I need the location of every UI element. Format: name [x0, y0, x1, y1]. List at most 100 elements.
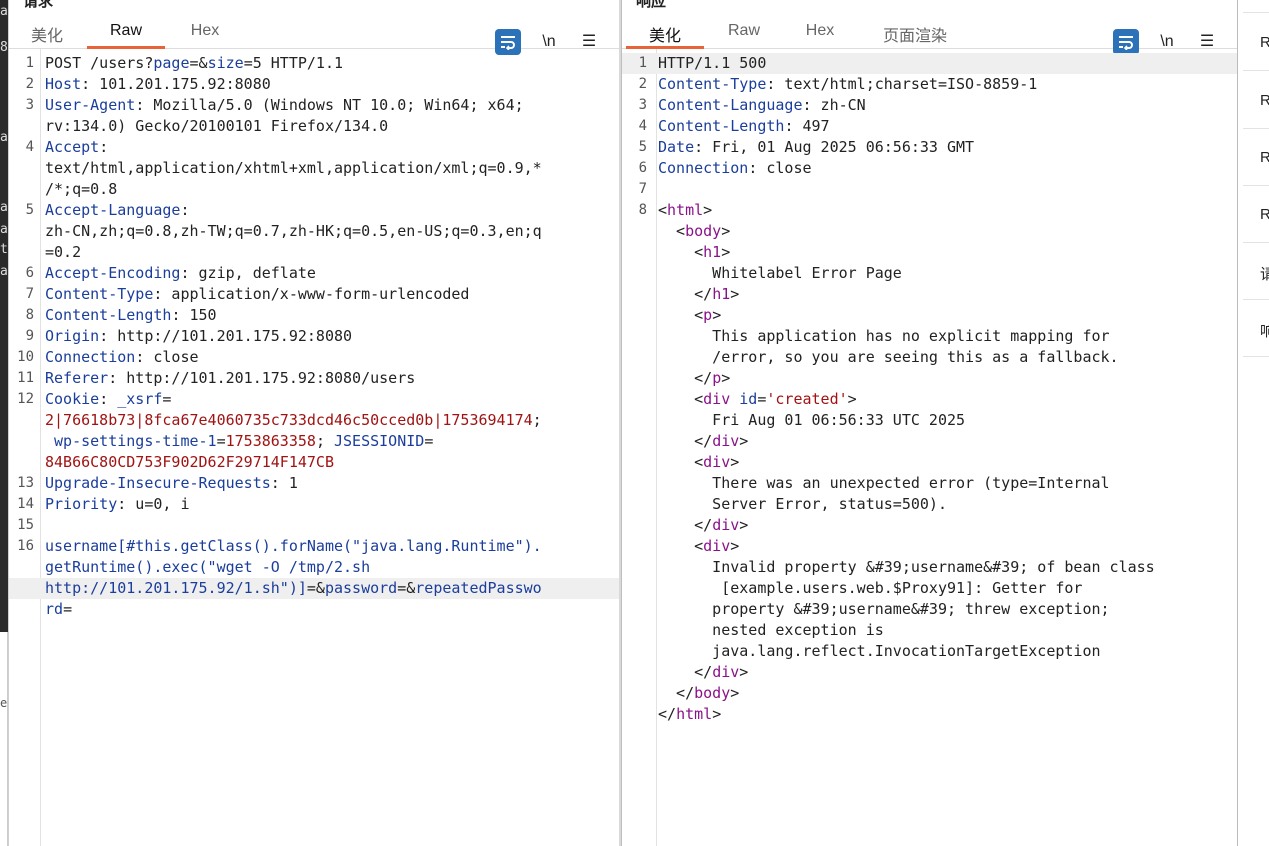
- code-text: Cookie: _xsrf=: [45, 390, 171, 408]
- code-line: 7: [622, 179, 1237, 200]
- code-token: h1: [712, 285, 731, 303]
- code-token: >: [739, 516, 749, 534]
- code-token: =&: [306, 579, 325, 597]
- code-line: 4 Content-Length: 497: [622, 116, 1237, 137]
- code-line: </div>: [622, 662, 1237, 683]
- code-line: 1 POST /users?page=&size=5 HTTP/1.1: [9, 53, 620, 74]
- code-token: </: [658, 705, 677, 723]
- code-token: >: [730, 684, 740, 702]
- code-text: <div id='created'>: [658, 390, 857, 408]
- code-text: Content-Length: 497: [658, 117, 830, 135]
- code-line: 9 Origin: http://101.201.175.92:8080: [9, 326, 620, 347]
- request-tab-pretty[interactable]: 美化: [17, 22, 77, 48]
- code-line: 7 Content-Type: application/x-www-form-ur…: [9, 284, 620, 305]
- code-token: Fri Aug 01 06:56:33 UTC 2025: [658, 411, 966, 429]
- code-line: There was an unexpected error (type=Inte…: [622, 473, 1237, 494]
- code-token: div: [703, 390, 731, 408]
- code-token: wp-settings-time-1: [54, 432, 217, 450]
- code-line: java.lang.reflect.InvocationTargetExcept…: [622, 641, 1237, 662]
- code-text: </h1>: [658, 285, 739, 303]
- line-number: 3: [638, 97, 647, 113]
- code-token: 2|76618b73|8fca67e4060735c733dcd46c50cce…: [45, 411, 533, 429]
- line-number: 6: [25, 265, 34, 281]
- code-line: 2 Content-Type: text/html;charset=ISO-885…: [622, 74, 1237, 95]
- code-token: =5 HTTP/1.1: [243, 54, 344, 72]
- code-line: <div>: [622, 536, 1237, 557]
- code-token: p: [712, 369, 722, 387]
- code-token: : http://101.201.175.92:8080: [99, 327, 353, 345]
- code-line: 4 Accept:: [9, 137, 620, 158]
- response-pane: 响应 美化 Raw Hex 页面渲染 \n ☰ 1 HTTP/1.1 500 2 Co…: [621, 0, 1237, 846]
- code-text: Content-Language: zh-CN: [658, 96, 866, 114]
- code-text: </div>: [658, 663, 748, 681]
- code-line: 3 User-Agent: Mozilla/5.0 (Windows NT 10.…: [9, 95, 620, 116]
- code-line: 15: [9, 515, 620, 536]
- code-token: Invalid property &#39;username&#39; of b…: [658, 558, 1155, 576]
- request-tab-raw[interactable]: Raw: [87, 22, 165, 49]
- inspector-item[interactable]: R: [1260, 34, 1269, 51]
- code-token: Server Error, status=500).: [658, 495, 947, 513]
- code-text: Server Error, status=500).: [658, 495, 947, 513]
- inspector-item[interactable]: R: [1260, 149, 1269, 166]
- code-token: username[#this.getClass().forName("java.…: [45, 537, 542, 555]
- inspector-item[interactable]: 响: [1260, 320, 1269, 341]
- code-token: Accept-Encoding: [45, 264, 181, 282]
- code-line: Invalid property &#39;username&#39; of b…: [622, 557, 1237, 578]
- code-token: : close: [135, 348, 199, 366]
- code-line: <div id='created'>: [622, 389, 1237, 410]
- inspector-item[interactable]: 请: [1260, 263, 1269, 284]
- code-token: >: [712, 306, 722, 324]
- code-text: zh-CN,zh;q=0.8,zh-TW;q=0.7,zh-HK;q=0.5,e…: [45, 222, 542, 240]
- code-line: </p>: [622, 368, 1237, 389]
- code-line: 5 Date: Fri, 01 Aug 2025 06:56:33 GMT: [622, 137, 1237, 158]
- response-editor[interactable]: 1 HTTP/1.1 500 2 Content-Type: text/html;ch…: [622, 49, 1237, 846]
- code-token: >: [730, 537, 740, 555]
- code-text: Referer: http://101.201.175.92:8080/user…: [45, 369, 415, 387]
- code-token: POST /users?: [45, 54, 154, 72]
- code-token: >: [721, 222, 731, 240]
- code-token: div: [703, 453, 731, 471]
- background-char: 8: [0, 40, 8, 55]
- line-number: 8: [638, 202, 647, 218]
- code-token: >: [703, 201, 713, 219]
- line-number: 13: [17, 475, 34, 491]
- request-tab-hex[interactable]: Hex: [177, 22, 233, 48]
- code-token: <: [658, 222, 686, 240]
- code-token: Whitelabel Error Page: [658, 264, 902, 282]
- code-token: =: [162, 390, 172, 408]
- code-token: : Fri, 01 Aug 2025 06:56:33 GMT: [694, 138, 975, 156]
- code-text: </body>: [658, 684, 739, 702]
- code-token: div: [712, 516, 740, 534]
- code-token: :: [99, 138, 109, 156]
- response-tab-hex[interactable]: Hex: [792, 22, 848, 48]
- code-token: _xsrf: [117, 390, 163, 408]
- line-number: 3: [25, 97, 34, 113]
- code-line: 8 Content-Length: 150: [9, 305, 620, 326]
- code-token: id: [739, 390, 758, 408]
- code-text: Invalid property &#39;username&#39; of b…: [658, 558, 1155, 576]
- response-tab-render[interactable]: 页面渲染: [872, 22, 958, 48]
- response-tab-pretty[interactable]: 美化: [626, 22, 704, 49]
- code-token: =: [424, 432, 434, 450]
- code-token: Content-Language: [658, 96, 803, 114]
- code-line: rv:134.0) Gecko/20100101 Firefox/134.0: [9, 116, 620, 137]
- line-number: 12: [17, 391, 34, 407]
- code-line: 11 Referer: http://101.201.175.92:8080/us…: [9, 368, 620, 389]
- code-text: Accept-Language:: [45, 201, 190, 219]
- code-token: <: [658, 453, 704, 471]
- code-token: 'created': [766, 390, 848, 408]
- background-window-strip-lower: er: [0, 632, 8, 846]
- line-number: 6: [638, 160, 647, 176]
- inspector-item[interactable]: R: [1260, 206, 1269, 223]
- code-token: Content-Length: [658, 117, 785, 135]
- inspector-item[interactable]: R: [1260, 92, 1269, 109]
- code-token: Content-Type: [658, 75, 767, 93]
- response-tab-raw[interactable]: Raw: [716, 22, 772, 48]
- code-text: Content-Length: 150: [45, 306, 217, 324]
- code-token: property &#39;username&#39; threw except…: [658, 600, 1110, 618]
- code-text: java.lang.reflect.InvocationTargetExcept…: [658, 642, 1100, 660]
- request-editor[interactable]: 1 POST /users?page=&size=5 HTTP/1.1 2 Host:…: [9, 49, 620, 846]
- line-number: 9: [25, 328, 34, 344]
- code-text: </p>: [658, 369, 730, 387]
- code-text: /error, so you are seeing this as a fall…: [658, 348, 1118, 366]
